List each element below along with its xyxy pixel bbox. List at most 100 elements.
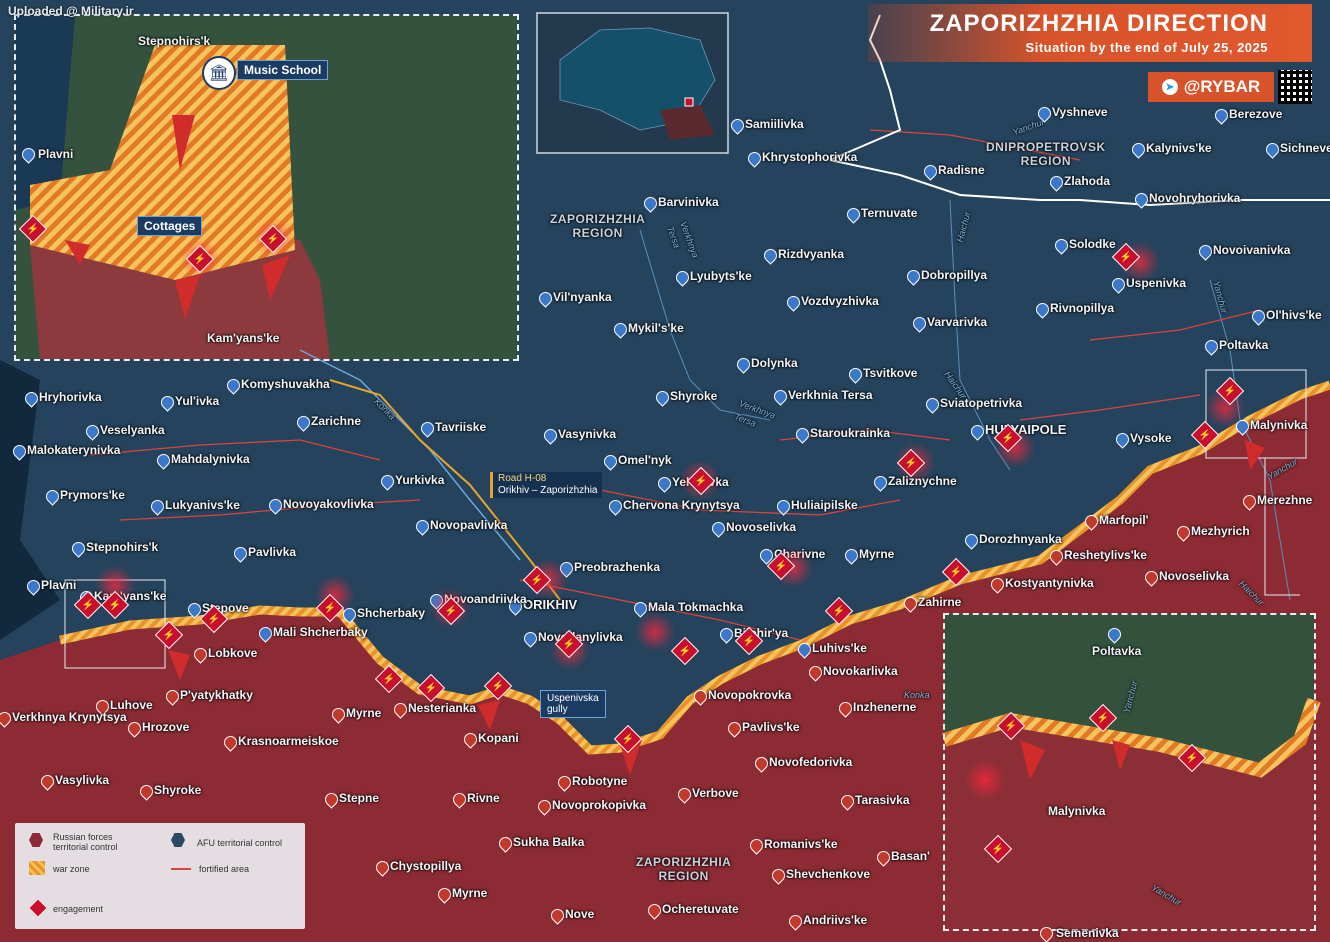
ru-town-label: Inzhenerne: [853, 700, 917, 714]
map-title: ZAPORIZHZHIA DIRECTION: [929, 10, 1268, 37]
legend-war-zone-label: war zone: [53, 864, 90, 874]
afu-town-label: Tsvitkove: [863, 366, 918, 380]
ru-town-label: Merezhne: [1257, 493, 1313, 507]
ru-town-label: Novopokrovka: [708, 688, 792, 702]
afu-town-label: Malynivka: [1250, 418, 1308, 432]
afu-town-label: Vyshneve: [1052, 105, 1108, 119]
ru-town-label: Shevchenkove: [786, 867, 871, 881]
uspenivska-gully-label[interactable]: Uspenivska gully: [540, 690, 606, 718]
brand-label: @RYBAR: [1183, 77, 1261, 96]
afu-town-label: Vozdvyzhivka: [801, 294, 879, 308]
ru-town-label: Shyroke: [154, 783, 202, 797]
legend-fortified-label: fortified area: [199, 864, 250, 874]
afu-town-label: Luhivs'ke: [812, 641, 867, 655]
ru-town-label: Basan': [891, 849, 930, 863]
engagement-glow: [965, 760, 1005, 800]
afu-town-label: Barvinivka: [658, 195, 719, 209]
region-label-dnipropetrovsk: DNIPROPETROVSK REGION: [986, 140, 1106, 168]
afu-town-label: Novopavlivka: [430, 518, 508, 532]
afu-town-label: Myrne: [859, 547, 895, 561]
afu-town-label: Komyshuvakha: [241, 377, 330, 391]
ru-town-label: Robotyne: [572, 774, 628, 788]
afu-town-label: Rizdvyanka: [778, 247, 845, 261]
ru-town-label: Chystopillya: [390, 859, 462, 873]
afu-town-label: Prymors'ke: [60, 488, 125, 502]
afu-town-label: Radisne: [938, 163, 985, 177]
watermark-text: Uploaded @ Military.ir: [8, 4, 134, 18]
brand-badge[interactable]: ➤ @RYBAR: [1148, 72, 1274, 102]
afu-town-label: Zarichne: [311, 414, 362, 428]
legend: Russian forces territorial control AFU t…: [15, 823, 305, 929]
ru-town-label: Myrne: [346, 706, 382, 720]
ru-town-label: Sukha Balka: [513, 835, 585, 849]
ru-town-label: Marfopil': [1099, 513, 1149, 527]
ru-town-label: Lobkove: [208, 646, 258, 660]
afu-town-label: Vasynivka: [558, 427, 617, 441]
afu-town-label: Vil'nyanka: [553, 290, 612, 304]
ru-town-label: Verkhnya Krynytsya: [12, 710, 127, 724]
ru-town-label: Rivne: [467, 791, 500, 805]
afu-town-label: Samiilivka: [745, 117, 804, 131]
music-school-label[interactable]: Music School: [237, 60, 329, 80]
afu-town-label: Dorozhnyanka: [979, 532, 1062, 546]
map-subtitle: Situation by the end of July 25, 2025: [1025, 40, 1268, 55]
legend-engagement-label: engagement: [53, 904, 104, 914]
ru-town-label: Mezhyrich: [1191, 524, 1250, 538]
afu-town-label: Rivnopillya: [1050, 301, 1115, 315]
afu-town-label: Ternuvate: [861, 206, 918, 220]
afu-town-label: Stepnohirs'k: [86, 540, 159, 554]
ru-town-label: Novoprokopivka: [552, 798, 647, 812]
afu-town-label: Shcherbaky: [357, 606, 426, 620]
afu-town-label: Sichneve: [1280, 141, 1330, 155]
ru-town-label: Vasylivka: [55, 773, 110, 787]
telegram-icon: ➤: [1161, 79, 1178, 95]
inset-left-plavni: Plavni: [38, 147, 74, 161]
afu-town-label: Yul'ivka: [175, 394, 220, 408]
ru-town-label: Kopani: [478, 731, 519, 745]
ru-town-label: Ocheretuvate: [662, 902, 739, 916]
afu-town-label: Novoselivka: [726, 520, 797, 534]
ru-town-label: Nove: [565, 907, 595, 921]
inset-right-poltavka: Poltavka: [1092, 644, 1142, 658]
afu-town-label: Veselyanka: [100, 423, 165, 437]
inset-right-semenivka: Semenivka: [1056, 926, 1119, 940]
afu-town-label: Novoyakovlivka: [283, 497, 374, 511]
ru-town-label: Andriivs'ke: [803, 913, 868, 927]
legend-fortified-swatch: [171, 868, 191, 870]
engagement-glow: [635, 612, 675, 652]
legend-engagement-swatch: [28, 898, 48, 918]
qr-code-icon[interactable]: [1278, 70, 1312, 104]
region-label-zaporizhzhia-south: ZAPORIZHZHIA REGION: [636, 855, 732, 883]
music-school-icon[interactable]: 🏛: [202, 56, 236, 90]
afu-town-label: ORIKHIV: [523, 597, 578, 612]
afu-town-label: Pavlivka: [248, 545, 297, 559]
afu-town-label: Shyroke: [670, 389, 718, 403]
afu-town-label: Chervona Krynytsya: [623, 498, 740, 512]
afu-town-label: Vysoke: [1130, 431, 1172, 445]
afu-town-label: Verkhnia Tersa: [788, 388, 873, 402]
mini-map-marker: [684, 97, 694, 107]
road-h08-label[interactable]: Road H-08 Orikhiv – Zaporizhzhia: [490, 472, 603, 498]
ru-town-label: Kostyantynivka: [1005, 576, 1094, 590]
ru-town-label: Verbove: [692, 786, 739, 800]
afu-town-label: Hryhorivka: [39, 390, 102, 404]
afu-town-label: Novoivanivka: [1213, 243, 1291, 257]
legend-war-zone-swatch: [29, 861, 45, 875]
ru-town-label: Reshetylivs'ke: [1064, 548, 1147, 562]
ru-town-label: Novoselivka: [1159, 569, 1230, 583]
ru-town-label: Stepne: [339, 791, 380, 805]
cottages-label[interactable]: Cottages: [137, 216, 203, 236]
ru-town-label: Novokarlivka: [823, 664, 898, 678]
inset-right-malynivka: Malynivka: [1048, 804, 1106, 818]
legend-afu-swatch: [171, 833, 185, 847]
afu-town-label: Lyubyts'ke: [690, 269, 752, 283]
afu-town-label: Staroukrainka: [810, 426, 891, 440]
afu-town-label: Mala Tokmachka: [648, 600, 744, 614]
ru-town-label: Tarasivka: [855, 793, 910, 807]
map-canvas[interactable]: Uploaded @ Military.ir ZAPORIZHZHIA DIRE…: [0, 0, 1330, 942]
legend-ru-label: Russian forces territorial control: [53, 832, 118, 852]
region-label-zaporizhzhia-north: ZAPORIZHZHIA REGION: [550, 212, 646, 240]
afu-town-label: Zlahoda: [1064, 174, 1111, 188]
ru-town-label: Nesterianka: [408, 701, 477, 715]
afu-town-label: Sviatopetrivka: [940, 396, 1023, 410]
